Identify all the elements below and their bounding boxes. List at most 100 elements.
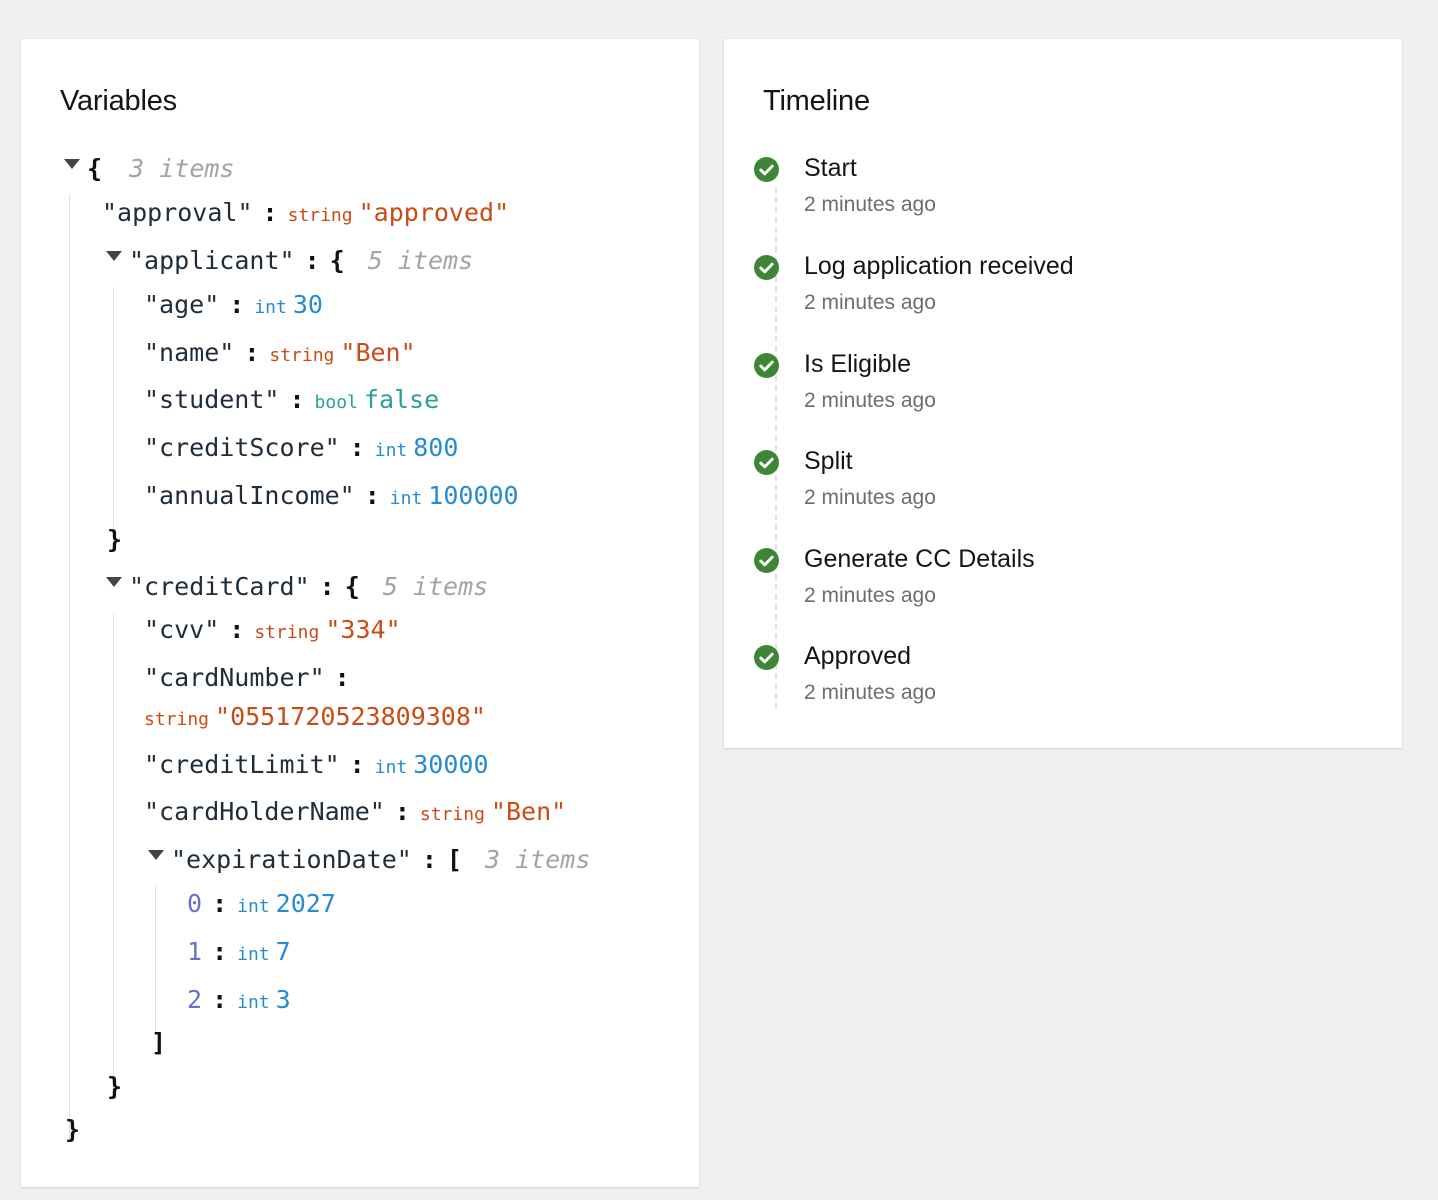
colon: : bbox=[289, 385, 305, 414]
item-count: 5 items bbox=[382, 572, 489, 601]
timeline-time: 2 minutes ago bbox=[804, 486, 936, 509]
timeline-label: Is Eligible bbox=[804, 350, 911, 378]
json-value[interactable]: 30 bbox=[293, 290, 323, 319]
check-circle-icon bbox=[754, 645, 779, 670]
colon: : bbox=[394, 797, 410, 826]
json-root-open[interactable]: { 3 items bbox=[61, 153, 234, 185]
json-key: "creditLimit" bbox=[144, 750, 340, 779]
json-field-cvv: "cvv": string "334" bbox=[144, 614, 401, 646]
json-value[interactable]: "Ben" bbox=[491, 797, 566, 826]
json-field-age: "age": int 30 bbox=[144, 289, 323, 321]
type-tag: string bbox=[254, 622, 320, 643]
json-value[interactable]: 7 bbox=[276, 937, 291, 966]
json-value[interactable]: "0551720523809308" bbox=[215, 702, 486, 731]
colon: : bbox=[229, 615, 245, 644]
item-count: 3 items bbox=[129, 154, 235, 183]
json-value[interactable]: 30000 bbox=[413, 750, 488, 779]
json-value[interactable]: "approved" bbox=[359, 198, 510, 227]
json-field-student: "student": bool false bbox=[144, 384, 439, 416]
colon: : bbox=[212, 937, 228, 966]
json-value[interactable]: 2027 bbox=[276, 889, 336, 918]
timeline-item-approved: Approved 2 minutes ago bbox=[754, 642, 1354, 715]
json-viewer: { 3 items "approval": string "approved" "a… bbox=[21, 39, 699, 1187]
json-value[interactable]: "334" bbox=[325, 615, 400, 644]
timeline-time: 2 minutes ago bbox=[804, 193, 936, 216]
json-field-applicant[interactable]: "applicant": { 5 items bbox=[106, 245, 473, 277]
type-tag: string bbox=[144, 709, 210, 730]
json-field-creditlimit: "creditLimit": int 30000 bbox=[144, 749, 489, 781]
close-bracket: ] bbox=[151, 1028, 167, 1057]
json-value[interactable]: 3 bbox=[276, 985, 291, 1014]
type-tag: int bbox=[374, 440, 408, 461]
json-key: "age" bbox=[144, 290, 220, 319]
json-key: "name" bbox=[144, 338, 235, 367]
caret-down-icon[interactable] bbox=[64, 159, 80, 169]
colon: : bbox=[244, 338, 260, 367]
timeline-time: 2 minutes ago bbox=[804, 291, 936, 314]
timeline-label: Approved bbox=[804, 642, 912, 670]
timeline-item-is-eligible: Is Eligible 2 minutes ago bbox=[754, 350, 1354, 423]
type-tag: int bbox=[389, 488, 423, 509]
json-array-item: 0: int 2027 bbox=[187, 888, 336, 920]
colon: : bbox=[212, 889, 228, 918]
colon: : bbox=[421, 845, 437, 874]
check-circle-icon bbox=[754, 255, 779, 280]
type-tag: bool bbox=[314, 392, 358, 413]
json-value[interactable]: 100000 bbox=[428, 481, 518, 510]
open-bracket: [ bbox=[446, 845, 462, 874]
colon: : bbox=[349, 433, 365, 462]
json-field-expirationdate[interactable]: "expirationDate": [ 3 items bbox=[148, 844, 590, 876]
json-value[interactable]: "Ben" bbox=[340, 338, 415, 367]
json-field-name: "name": string "Ben" bbox=[144, 337, 416, 369]
json-value[interactable]: 800 bbox=[413, 433, 458, 462]
timeline-label: Split bbox=[804, 447, 853, 475]
colon: : bbox=[334, 663, 350, 692]
json-field-cardholdername: "cardHolderName": string "Ben" bbox=[144, 796, 566, 828]
timeline-item-start: Start 2 minutes ago bbox=[754, 154, 1354, 227]
timeline-time: 2 minutes ago bbox=[804, 681, 936, 704]
timeline-card: Timeline Start 2 minutes ago Log applica… bbox=[724, 39, 1402, 748]
json-value[interactable]: false bbox=[364, 385, 439, 414]
indent-guide-applicant bbox=[113, 287, 114, 527]
close-brace: } bbox=[107, 525, 123, 554]
type-tag: string bbox=[287, 205, 353, 226]
array-index: 2 bbox=[187, 985, 203, 1014]
check-circle-icon bbox=[754, 548, 779, 573]
json-key: "applicant" bbox=[129, 246, 295, 275]
type-tag: string bbox=[269, 345, 335, 366]
colon: : bbox=[212, 985, 228, 1014]
caret-down-icon[interactable] bbox=[106, 251, 122, 261]
indent-guide-expiration bbox=[155, 885, 156, 1035]
timeline-label: Log application received bbox=[804, 252, 1074, 280]
json-field-annualincome: "annualIncome": int 100000 bbox=[144, 480, 519, 512]
colon: : bbox=[304, 246, 320, 275]
json-key: "expirationDate" bbox=[171, 845, 412, 874]
type-tag: int bbox=[237, 896, 270, 917]
caret-down-icon[interactable] bbox=[106, 577, 122, 587]
timeline-label: Start bbox=[804, 154, 857, 182]
json-key: "creditCard" bbox=[129, 572, 310, 601]
json-key: "cvv" bbox=[144, 615, 220, 644]
type-tag: int bbox=[254, 297, 287, 318]
timeline-title: Timeline bbox=[763, 85, 870, 117]
type-tag: string bbox=[419, 804, 485, 825]
json-field-creditscore: "creditScore": int 800 bbox=[144, 432, 458, 464]
array-index: 1 bbox=[187, 937, 203, 966]
json-field-cardnumber-value: string "0551720523809308" bbox=[144, 701, 486, 733]
json-key: "annualIncome" bbox=[144, 481, 355, 510]
variables-card: Variables { 3 items "approval": string "ap… bbox=[21, 39, 699, 1187]
json-key: "approval" bbox=[102, 198, 253, 227]
json-field-creditcard[interactable]: "creditCard": { 5 items bbox=[106, 571, 488, 603]
check-circle-icon bbox=[754, 157, 779, 182]
colon: : bbox=[364, 481, 380, 510]
close-brace: } bbox=[65, 1115, 81, 1144]
json-array-item: 2: int 3 bbox=[187, 984, 291, 1016]
type-tag: int bbox=[374, 757, 408, 778]
open-brace: { bbox=[87, 154, 103, 183]
json-array-item: 1: int 7 bbox=[187, 936, 291, 968]
json-key: "cardNumber" bbox=[144, 663, 325, 692]
open-brace: { bbox=[344, 572, 360, 601]
item-count: 5 items bbox=[367, 246, 474, 275]
type-tag: int bbox=[237, 992, 270, 1013]
caret-down-icon[interactable] bbox=[148, 850, 164, 860]
